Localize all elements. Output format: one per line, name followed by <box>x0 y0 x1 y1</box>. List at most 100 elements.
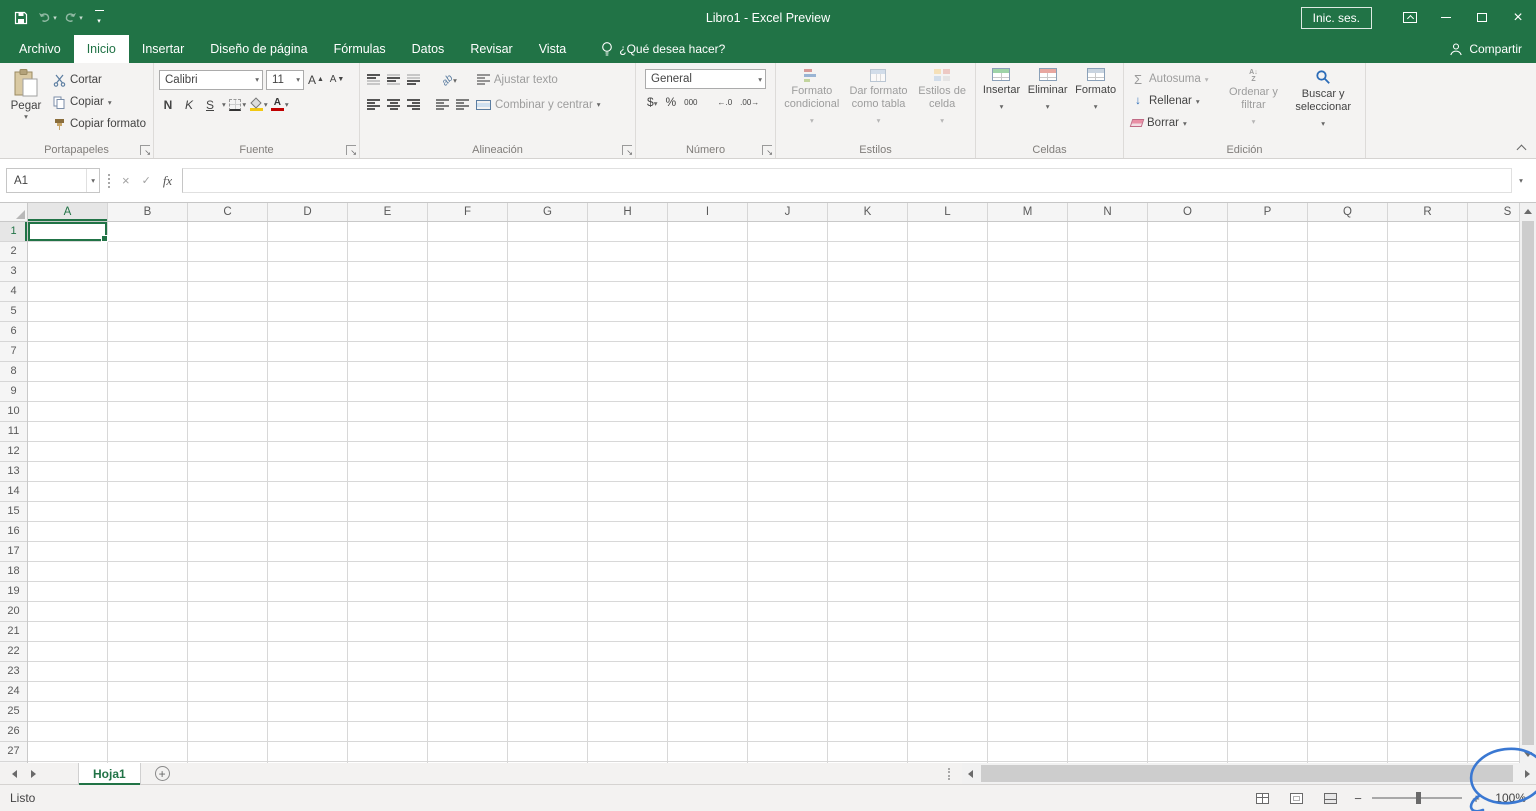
clipboard-dialog-launcher[interactable] <box>140 145 151 157</box>
insert-function-button[interactable]: fx <box>163 173 172 189</box>
row-header-11[interactable]: 11 <box>0 422 27 442</box>
row-header-2[interactable]: 2 <box>0 242 27 262</box>
row-header-22[interactable]: 22 <box>0 642 27 662</box>
column-header-C[interactable]: C <box>188 203 268 221</box>
row-header-1[interactable]: 1 <box>0 222 27 242</box>
column-header-R[interactable]: R <box>1388 203 1468 221</box>
conditional-formatting-button[interactable]: Formato condicional ▾ <box>780 69 844 142</box>
row-header-26[interactable]: 26 <box>0 722 27 742</box>
zoom-level[interactable]: 100% <box>1492 791 1526 805</box>
formula-input[interactable] <box>182 168 1512 193</box>
maximize-button[interactable] <box>1464 0 1500 35</box>
zoom-in-button[interactable]: + <box>1470 791 1482 806</box>
align-middle-button[interactable] <box>387 74 400 85</box>
thousands-button[interactable]: 000 <box>684 98 697 107</box>
column-header-F[interactable]: F <box>428 203 508 221</box>
selected-cell-a1[interactable] <box>28 222 108 242</box>
insert-cells-button[interactable]: Insertar ▾ <box>981 68 1022 142</box>
column-header-K[interactable]: K <box>828 203 908 221</box>
bold-button[interactable]: N <box>159 95 177 115</box>
fill-button[interactable]: ↓ Rellenar ▾ <box>1127 90 1223 112</box>
italic-button[interactable]: K <box>180 95 198 115</box>
row-header-10[interactable]: 10 <box>0 402 27 422</box>
number-dialog-launcher[interactable] <box>762 145 773 157</box>
page-break-view-button[interactable] <box>1318 788 1342 808</box>
horizontal-scroll-track[interactable] <box>979 763 1519 784</box>
row-header-15[interactable]: 15 <box>0 502 27 522</box>
wrap-text-button[interactable]: Ajustar texto <box>476 74 558 86</box>
scroll-up-button[interactable] <box>1520 203 1536 220</box>
row-header-20[interactable]: 20 <box>0 602 27 622</box>
tab-splitter[interactable] <box>948 767 952 780</box>
paste-button[interactable]: Pegar ▾ <box>3 66 49 142</box>
orientation-button[interactable]: ab▾ <box>440 72 457 88</box>
font-dialog-launcher[interactable] <box>346 145 357 157</box>
row-header-21[interactable]: 21 <box>0 622 27 642</box>
column-header-Q[interactable]: Q <box>1308 203 1388 221</box>
borders-button[interactable]: ▾ <box>229 95 247 115</box>
copy-button[interactable]: Copiar ▾ <box>49 91 150 113</box>
tab-formulas[interactable]: Fórmulas <box>321 35 399 63</box>
undo-button[interactable]: ▾ <box>36 6 58 30</box>
tell-me-box[interactable]: ¿Qué desea hacer? <box>601 41 725 57</box>
zoom-out-button[interactable]: − <box>1352 791 1364 806</box>
next-sheet-button[interactable] <box>31 769 36 778</box>
underline-button[interactable]: S <box>201 95 219 115</box>
row-header-12[interactable]: 12 <box>0 442 27 462</box>
close-button[interactable]: × <box>1500 0 1536 35</box>
row-header-9[interactable]: 9 <box>0 382 27 402</box>
font-size-combo[interactable]: 11 ▾ <box>266 69 304 90</box>
font-color-button[interactable]: A ▾ <box>270 95 289 115</box>
name-box[interactable]: A1 ▾ <box>6 168 100 193</box>
column-header-J[interactable]: J <box>748 203 828 221</box>
row-header-5[interactable]: 5 <box>0 302 27 322</box>
column-header-A[interactable]: A <box>28 203 108 221</box>
row-header-13[interactable]: 13 <box>0 462 27 482</box>
vertical-scroll-thumb[interactable] <box>1522 221 1534 745</box>
column-header-L[interactable]: L <box>908 203 988 221</box>
tab-archivo[interactable]: Archivo <box>6 35 74 63</box>
select-all-button[interactable] <box>0 203 28 222</box>
align-top-button[interactable] <box>367 74 380 85</box>
increase-decimal-button[interactable]: ←.0 <box>717 98 732 107</box>
clear-button[interactable]: Borrar ▾ <box>1127 112 1223 134</box>
column-header-I[interactable]: I <box>668 203 748 221</box>
delete-cells-button[interactable]: Eliminar ▾ <box>1026 68 1070 142</box>
row-header-17[interactable]: 17 <box>0 542 27 562</box>
tab-revisar[interactable]: Revisar <box>457 35 525 63</box>
row-header-4[interactable]: 4 <box>0 282 27 302</box>
scroll-down-button[interactable] <box>1520 746 1536 763</box>
scroll-left-button[interactable] <box>962 763 979 784</box>
column-header-S[interactable]: S <box>1468 203 1519 221</box>
cut-button[interactable]: Cortar <box>49 69 150 91</box>
column-header-P[interactable]: P <box>1228 203 1308 221</box>
row-header-8[interactable]: 8 <box>0 362 27 382</box>
new-sheet-button[interactable]: + <box>154 766 170 781</box>
tab-inicio[interactable]: Inicio <box>73 35 129 63</box>
format-as-table-button[interactable]: Dar formato como tabla ▾ <box>845 69 911 142</box>
autosum-button[interactable]: Σ Autosuma ▾ <box>1127 68 1223 90</box>
scroll-right-button[interactable] <box>1519 763 1536 784</box>
horizontal-scroll-thumb[interactable] <box>981 765 1513 782</box>
column-header-N[interactable]: N <box>1068 203 1148 221</box>
align-bottom-button[interactable] <box>407 74 420 85</box>
format-painter-button[interactable]: Copiar formato <box>49 113 150 135</box>
row-header-14[interactable]: 14 <box>0 482 27 502</box>
column-header-H[interactable]: H <box>588 203 668 221</box>
sort-filter-button[interactable]: A↓ Z Ordenar y filtrar ▾ <box>1223 66 1285 142</box>
previous-sheet-button[interactable] <box>12 769 17 778</box>
align-right-button[interactable] <box>407 99 420 110</box>
collapse-ribbon-button[interactable] <box>1517 143 1526 152</box>
column-header-E[interactable]: E <box>348 203 428 221</box>
row-header-27[interactable]: 27 <box>0 742 27 762</box>
formula-bar-splitter[interactable] <box>108 173 112 188</box>
share-button[interactable]: Compartir <box>1449 42 1522 56</box>
font-name-combo[interactable]: Calibri ▾ <box>159 69 263 90</box>
minimize-button[interactable] <box>1428 0 1464 35</box>
decrease-indent-button[interactable] <box>436 99 449 110</box>
row-header-6[interactable]: 6 <box>0 322 27 342</box>
ribbon-display-options-button[interactable] <box>1392 0 1428 35</box>
column-header-M[interactable]: M <box>988 203 1068 221</box>
formula-bar-expand-button[interactable]: ▾ <box>1512 168 1530 193</box>
zoom-slider-thumb[interactable] <box>1416 792 1421 804</box>
